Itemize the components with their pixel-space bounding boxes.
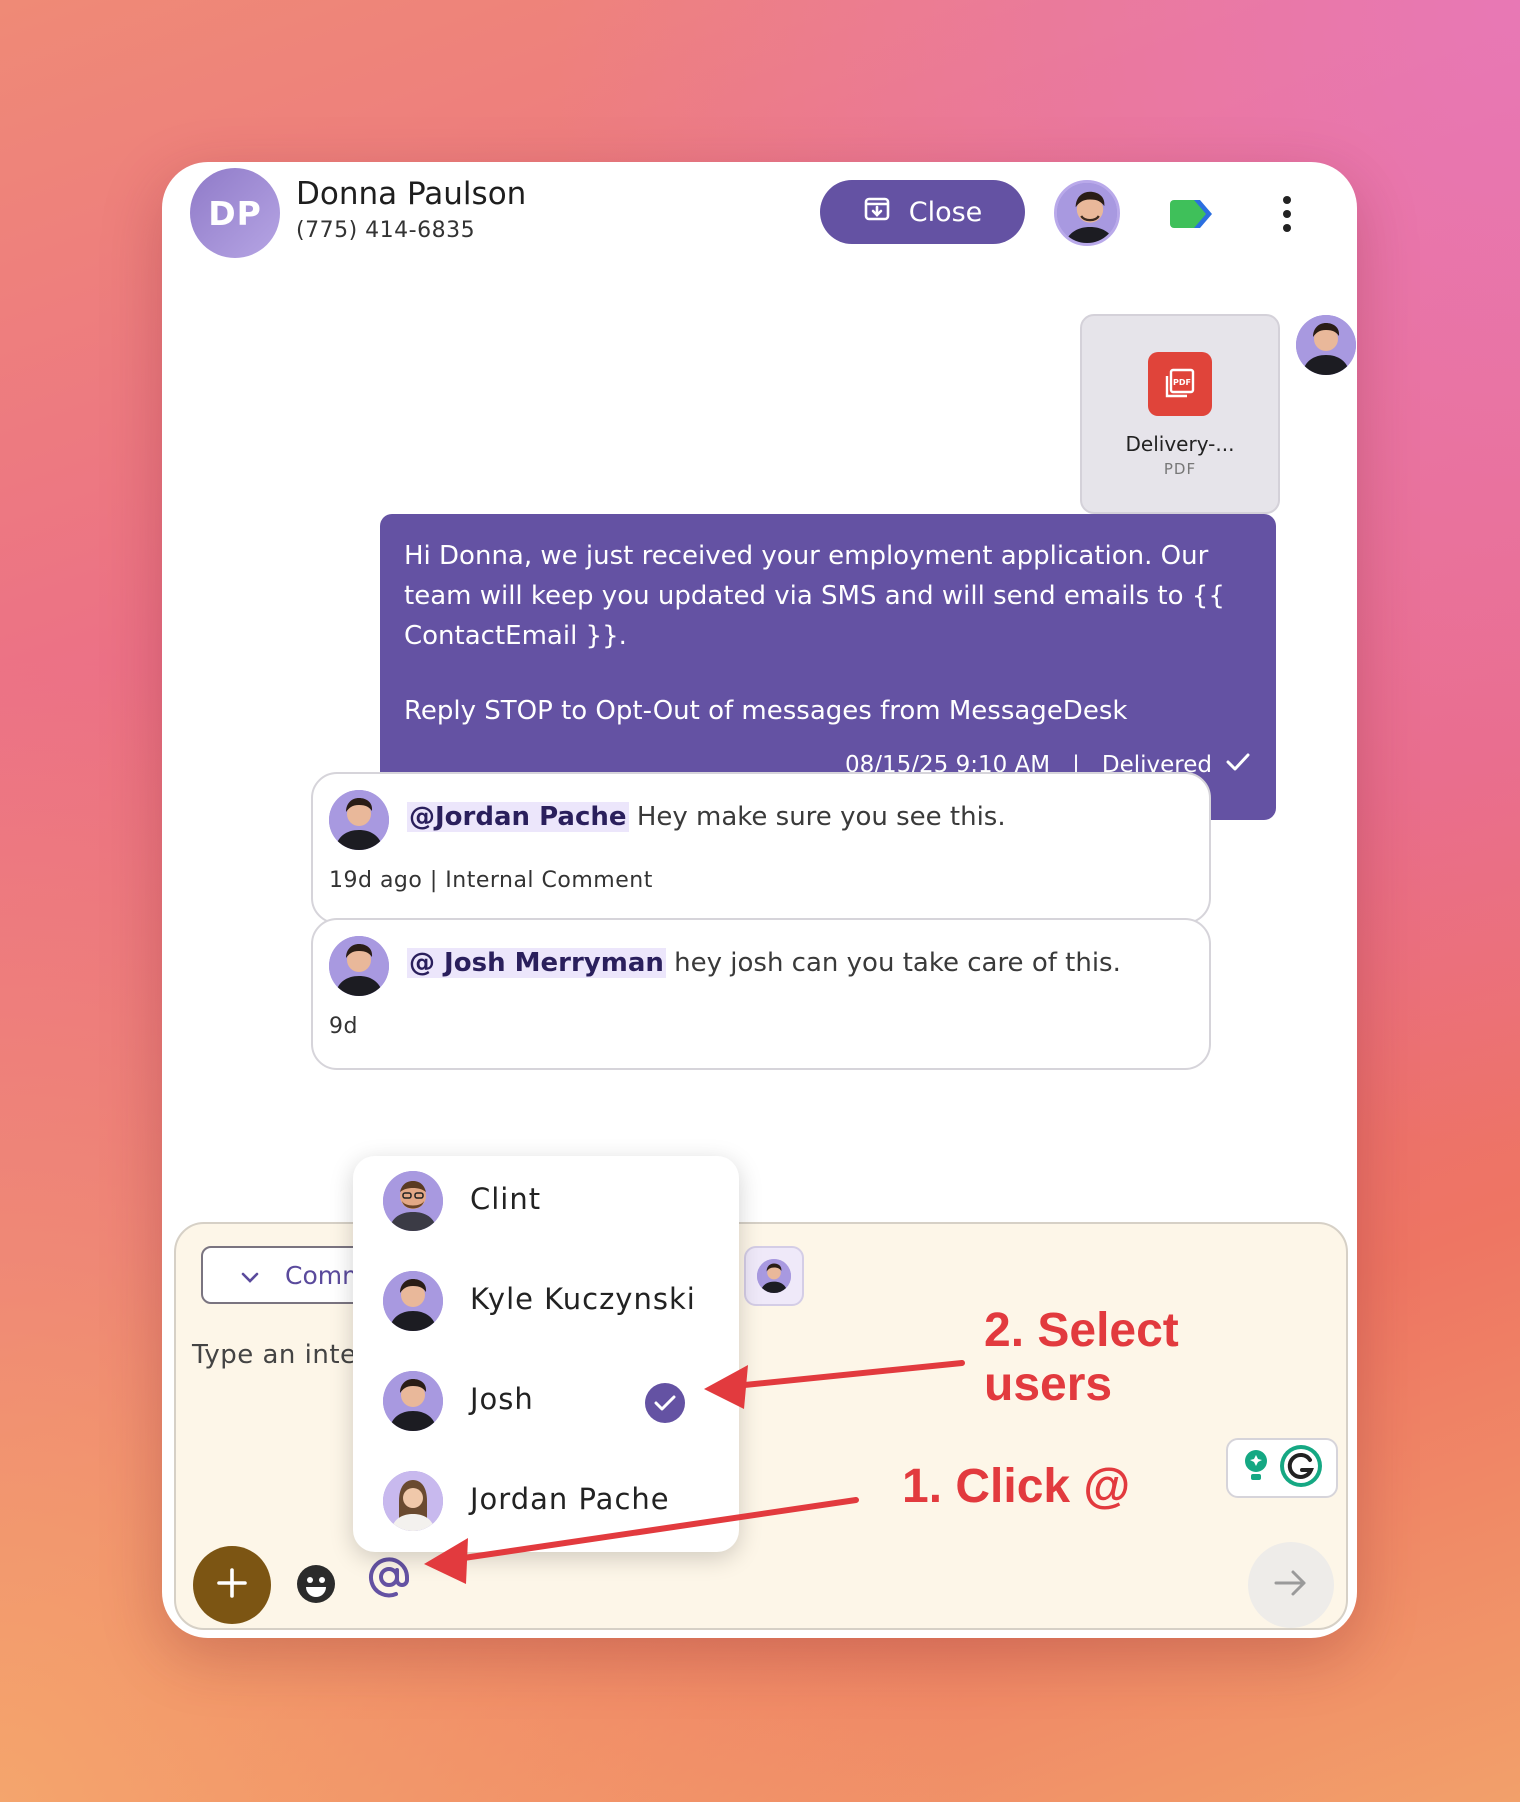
arrow-head — [704, 1365, 748, 1409]
annotation-arrows — [424, 1360, 965, 1584]
annotation-step-2-line2: users — [984, 1358, 1113, 1411]
arrow-to-selected-user — [722, 1360, 965, 1390]
annotation-step-2-line1: 2. Select — [984, 1304, 1179, 1357]
arrow-head — [424, 1538, 468, 1584]
annotation-step-1: 1. Click @ — [902, 1460, 1131, 1513]
arrow-to-at-button — [447, 1497, 859, 1563]
annotation-step-2: 2. Select users — [984, 1304, 1179, 1412]
